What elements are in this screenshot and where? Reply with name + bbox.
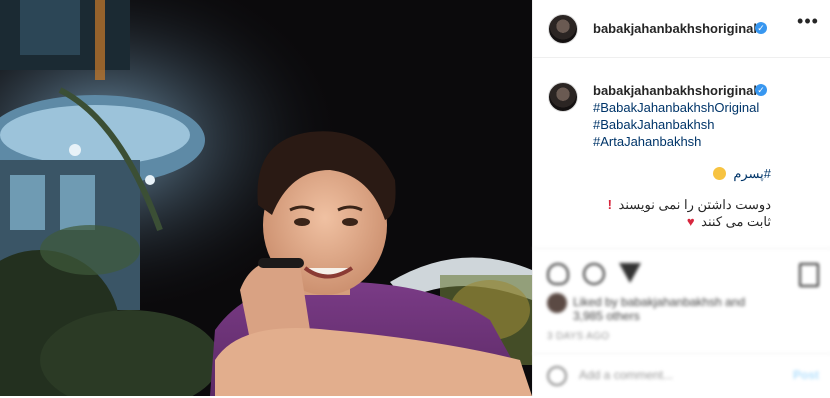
post-photo[interactable] [0, 0, 532, 396]
post-caption: babakjahanbakhshoriginal ✓ #BabakJahanba… [533, 58, 830, 246]
post-actions-blurred: Liked by babakjahanbakhsh and 3,985 othe… [533, 248, 830, 397]
hashtag-list: #BabakJahanbakhshOriginal #BabakJahanbak… [593, 99, 759, 150]
comment-icon[interactable] [583, 263, 605, 285]
verified-badge-icon: ✓ [755, 84, 767, 96]
verified-badge-icon: ✓ [755, 22, 767, 34]
bookmark-icon[interactable] [799, 263, 819, 287]
heart-icon[interactable] [547, 263, 569, 285]
post-comment-button[interactable]: Post [793, 368, 819, 382]
post-side-panel: babakjahanbakhshoriginal ✓ ••• babakjaha… [532, 0, 830, 396]
share-icon[interactable] [619, 263, 641, 283]
hashtag-link[interactable]: #پسرم [733, 166, 771, 181]
smiling-face-with-hearts-icon [712, 167, 726, 180]
caption-text: دوست داشتن را نمی نویسند [618, 197, 771, 212]
profile-avatar[interactable] [548, 14, 578, 44]
caption-line-3: ثابت می کنند ♥ [571, 213, 771, 230]
header-username[interactable]: babakjahanbakhshoriginal [593, 21, 757, 36]
caption-username[interactable]: babakjahanbakhshoriginal [593, 83, 757, 98]
hashtag-link[interactable]: #BabakJahanbakhshOriginal [593, 99, 759, 116]
caption-line-1: #پسرم [571, 165, 771, 182]
hashtag-link[interactable]: #BabakJahanbakhsh [593, 116, 759, 133]
more-options-icon[interactable]: ••• [797, 12, 819, 36]
caption-text: ثابت می کنند [701, 214, 771, 229]
likes-count[interactable]: 3,985 others [573, 309, 640, 323]
hashtag-link[interactable]: #ArtaJahanbakhsh [593, 133, 759, 150]
comment-input[interactable]: Add a comment... [579, 368, 673, 382]
liker-avatar [547, 293, 567, 313]
emoji-icon[interactable] [547, 366, 567, 386]
caption-line-2: دوست داشتن را نمی نویسند ! [571, 196, 771, 213]
post-date: 3 DAYS AGO [547, 331, 610, 342]
caption-avatar[interactable] [548, 82, 578, 112]
post-header: babakjahanbakhshoriginal ✓ ••• [533, 0, 830, 58]
comment-box: Add a comment... Post [533, 353, 830, 398]
red-heart-icon: ♥ [686, 214, 695, 229]
red-exclamation-icon: ! [607, 197, 612, 212]
likes-text[interactable]: Liked by babakjahanbakhsh and [573, 295, 745, 309]
photo-illustration [0, 0, 532, 396]
